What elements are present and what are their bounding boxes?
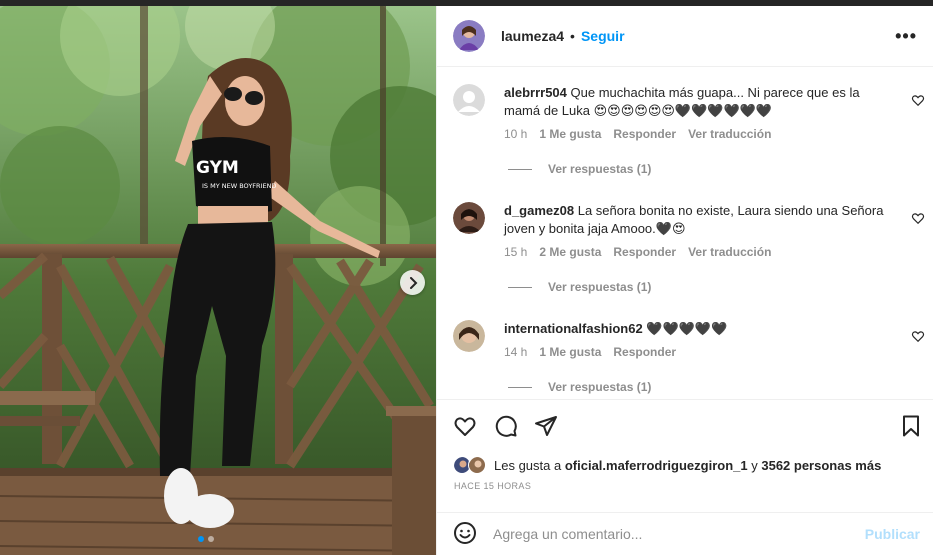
- post-photo[interactable]: GYM IS MY NEW BOYFRIEND: [0, 6, 436, 555]
- post-timestamp[interactable]: HACE 15 HORAS: [454, 481, 531, 491]
- shirt-text: GYM: [196, 158, 239, 178]
- chevron-right-icon: [409, 276, 417, 289]
- comment-time[interactable]: 15 h: [504, 245, 527, 259]
- comment-body: alebrrr504 Que muchachita más guapa... N…: [504, 84, 884, 120]
- bookmark-icon[interactable]: [899, 414, 923, 438]
- separator-dot: •: [570, 28, 575, 44]
- comment-item: alebrrr504 Que muchachita más guapa... N…: [453, 84, 925, 194]
- next-photo-button[interactable]: [400, 270, 425, 295]
- liker-avatars[interactable]: [453, 456, 486, 474]
- paper-plane-icon[interactable]: [534, 414, 558, 438]
- commenter-avatar[interactable]: [453, 84, 485, 116]
- follow-button[interactable]: Seguir: [581, 28, 625, 44]
- author-username[interactable]: laumeza4: [501, 28, 564, 44]
- replies-line: [508, 168, 532, 170]
- post-image: GYM IS MY NEW BOYFRIEND: [0, 6, 436, 555]
- view-replies-button[interactable]: Ver respuestas (1): [508, 280, 651, 294]
- replies-line: [508, 286, 532, 288]
- carousel-dots: [198, 536, 214, 542]
- heart-icon[interactable]: [911, 93, 925, 107]
- comment-likes[interactable]: 1 Me gusta: [539, 127, 601, 141]
- comment-icon[interactable]: [494, 414, 518, 438]
- reply-button[interactable]: Responder: [613, 245, 676, 259]
- comment-item: internationalfashion62 🖤🖤🖤🖤🖤 14 h 1 Me g…: [453, 320, 925, 399]
- commenter-username[interactable]: d_gamez08: [504, 203, 574, 218]
- comment-meta: 15 h 2 Me gusta Responder Ver traducción: [504, 245, 771, 259]
- comment-body: internationalfashion62 🖤🖤🖤🖤🖤: [504, 320, 884, 338]
- view-replies-label: Ver respuestas (1): [548, 162, 652, 176]
- heart-icon[interactable]: [911, 329, 925, 343]
- likes-middle: y: [751, 457, 758, 473]
- commenter-avatar[interactable]: [453, 202, 485, 234]
- comment-text: 🖤🖤🖤🖤🖤: [646, 321, 728, 336]
- liker-avatar: [468, 456, 486, 474]
- commenter-username[interactable]: internationalfashion62: [504, 321, 643, 336]
- carousel-dot: [198, 536, 204, 542]
- comment-item: d_gamez08 La señora bonita no existe, La…: [453, 202, 925, 312]
- heart-icon[interactable]: [453, 414, 477, 438]
- post-actions: [437, 399, 933, 439]
- comment-body: d_gamez08 La señora bonita no existe, La…: [504, 202, 884, 238]
- heart-icon[interactable]: [911, 211, 925, 225]
- comment-composer: Publicar: [437, 512, 933, 555]
- comment-meta: 14 h 1 Me gusta Responder: [504, 345, 676, 359]
- comment-likes[interactable]: 1 Me gusta: [539, 345, 601, 359]
- view-replies-label: Ver respuestas (1): [548, 280, 652, 294]
- author-avatar[interactable]: [453, 20, 485, 52]
- liker-username[interactable]: oficial.maferrodriguezgiron_1: [565, 458, 748, 473]
- comment-input[interactable]: [493, 524, 853, 544]
- comment-likes[interactable]: 2 Me gusta: [539, 245, 601, 259]
- shirt-subtext: IS MY NEW BOYFRIEND: [202, 182, 276, 190]
- replies-line: [508, 386, 532, 388]
- comments-list[interactable]: alebrrr504 Que muchachita más guapa... N…: [437, 67, 933, 399]
- translate-button[interactable]: Ver traducción: [688, 245, 771, 259]
- comment-meta: 10 h 1 Me gusta Responder Ver traducción: [504, 127, 771, 141]
- reply-button[interactable]: Responder: [613, 345, 676, 359]
- post-header: laumeza4 • Seguir •••: [437, 6, 933, 67]
- reply-button[interactable]: Responder: [613, 127, 676, 141]
- view-replies-button[interactable]: Ver respuestas (1): [508, 162, 651, 176]
- likes-prefix: Les gusta a: [494, 457, 562, 473]
- view-replies-button[interactable]: Ver respuestas (1): [508, 380, 651, 394]
- likes-count[interactable]: 3562 personas más: [761, 458, 881, 473]
- commenter-avatar[interactable]: [453, 320, 485, 352]
- likes-summary: Les gusta a oficial.maferrodriguezgiron_…: [453, 456, 881, 474]
- commenter-username[interactable]: alebrrr504: [504, 85, 567, 100]
- comment-time[interactable]: 14 h: [504, 345, 527, 359]
- more-options-icon[interactable]: •••: [895, 26, 917, 47]
- carousel-dot: [208, 536, 214, 542]
- publish-button[interactable]: Publicar: [865, 526, 920, 542]
- view-replies-label: Ver respuestas (1): [548, 380, 652, 394]
- translate-button[interactable]: Ver traducción: [688, 127, 771, 141]
- comment-time[interactable]: 10 h: [504, 127, 527, 141]
- post-sidebar: laumeza4 • Seguir ••• alebrrr504 Que muc…: [436, 6, 933, 555]
- smiley-icon[interactable]: [453, 521, 477, 545]
